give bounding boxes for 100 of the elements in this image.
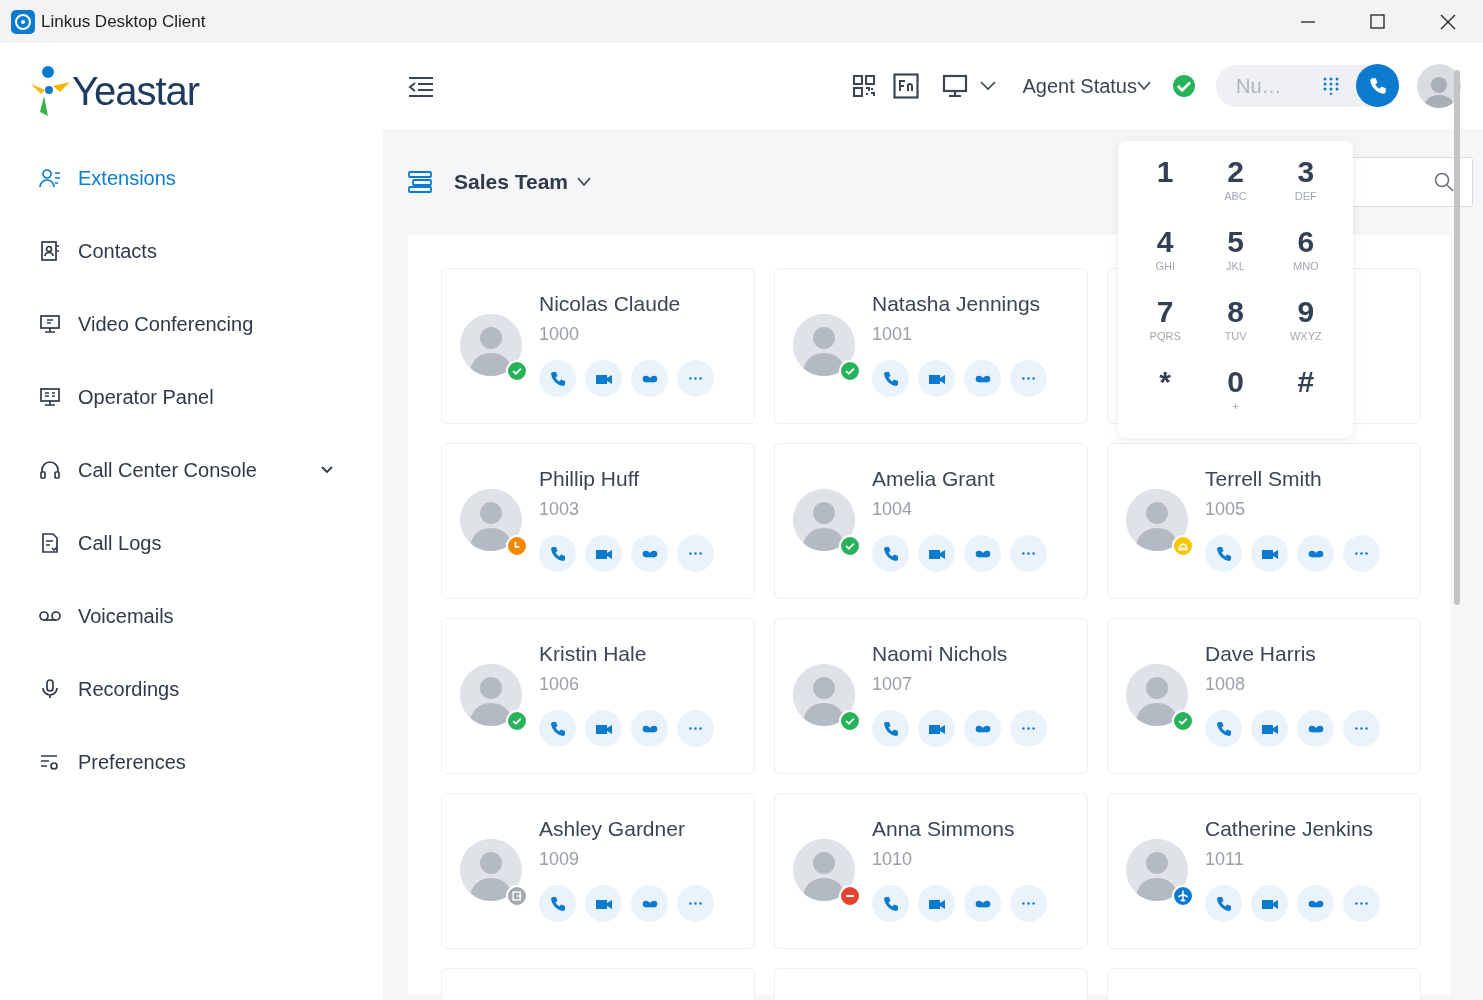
extension-number: 1011	[1205, 848, 1245, 870]
voicemail-button[interactable]	[1297, 885, 1334, 922]
video-call-button[interactable]	[918, 535, 955, 572]
call-button[interactable]	[539, 710, 576, 747]
sidebar-item[interactable]: Contacts	[0, 214, 383, 287]
more-icon	[1022, 902, 1035, 905]
monitor-icon	[942, 74, 969, 98]
sidebar-item[interactable]: Extensions	[0, 141, 383, 214]
video-call-button[interactable]	[918, 710, 955, 747]
extension-number: 1003	[539, 498, 581, 520]
voicemail-button[interactable]	[964, 710, 1001, 747]
phone-icon	[1367, 75, 1388, 96]
voicemail-button[interactable]	[631, 885, 668, 922]
contact-name: Naomi Nichols	[872, 641, 1009, 667]
phone-icon	[548, 719, 567, 738]
contact-name: Dave Harris	[1205, 641, 1317, 667]
phone-icon	[881, 719, 900, 738]
phone-icon	[881, 894, 900, 913]
call-button[interactable]	[1205, 885, 1242, 922]
contact-name: Natasha Jennings	[872, 291, 1042, 317]
agent-status-dropdown[interactable]: Agent Status	[1022, 71, 1151, 101]
dialpad-key[interactable]: 2 ABC	[1200, 155, 1271, 225]
dialpad-key[interactable]: 9 WXYZ	[1270, 295, 1341, 365]
video-call-button[interactable]	[1251, 885, 1288, 922]
dialpad-key[interactable]: 0 +	[1200, 365, 1271, 435]
phone-icon	[548, 544, 567, 563]
sidebar-item[interactable]: Preferences	[0, 725, 383, 798]
app-icon	[11, 9, 35, 34]
scrollbar-thumb[interactable]	[1454, 70, 1460, 605]
dialpad-key[interactable]: 4 GHI	[1130, 225, 1201, 295]
contact-name: Phillip Huff	[539, 466, 640, 492]
extension-number: 1008	[1205, 673, 1247, 695]
voicemail-button[interactable]	[964, 360, 1001, 397]
contact-name: Anna Simmons	[872, 816, 1016, 842]
menu-collapse-icon	[408, 75, 434, 98]
call-button[interactable]	[872, 885, 909, 922]
phone-icon	[548, 369, 567, 388]
dialpad-key[interactable]: 5 JKL	[1200, 225, 1271, 295]
extension-number: 1006	[539, 673, 581, 695]
qr-code-button[interactable]	[853, 75, 876, 97]
call-button[interactable]	[539, 885, 576, 922]
video-call-button[interactable]	[1251, 710, 1288, 747]
more-icon	[1355, 727, 1368, 730]
sidebar-item[interactable]: Recordings	[0, 652, 383, 725]
video-call-button[interactable]	[585, 885, 622, 922]
sidebar-item[interactable]: Call Logs	[0, 506, 383, 579]
call-button[interactable]	[872, 360, 909, 397]
dialpad-icon	[1323, 77, 1339, 95]
call-button[interactable]	[1356, 64, 1399, 107]
dialpad-key[interactable]: *	[1130, 365, 1201, 435]
monitor-button[interactable]	[942, 74, 969, 98]
voicemail-button[interactable]	[964, 535, 1001, 572]
extension-number: 1007	[872, 673, 914, 695]
sidebar-item[interactable]: Video Conferencing	[0, 287, 383, 360]
voicemail-button[interactable]	[964, 885, 1001, 922]
group-dropdown[interactable]: Sales Team	[454, 166, 591, 198]
dialpad-key[interactable]: 8 TUV	[1200, 295, 1271, 365]
phone-icon	[1214, 544, 1233, 563]
more-icon	[1022, 552, 1035, 555]
dialpad-key[interactable]: #	[1270, 365, 1341, 435]
call-button[interactable]	[1205, 535, 1242, 572]
call-button[interactable]	[872, 710, 909, 747]
voicemail-button[interactable]	[631, 710, 668, 747]
contact-name: Catherine Jenkins	[1205, 816, 1375, 842]
dialpad-key[interactable]: 1	[1130, 155, 1201, 225]
function-key-button[interactable]	[893, 73, 920, 99]
call-button[interactable]	[1205, 710, 1242, 747]
extension-number: 1004	[872, 498, 914, 520]
call-button[interactable]	[539, 535, 576, 572]
number-input-field[interactable]: Nu…	[1216, 70, 1296, 102]
sidebar-item[interactable]: Call Center Console	[0, 433, 383, 506]
voicemail-button[interactable]	[1297, 535, 1334, 572]
dialpad-key[interactable]: 3 DEF	[1270, 155, 1341, 225]
window-title: Linkus Desktop Client	[41, 10, 206, 33]
dialpad-button[interactable]	[1323, 77, 1339, 95]
chevron-down-button[interactable]	[980, 81, 997, 91]
video-call-button[interactable]	[918, 885, 955, 922]
dialpad-key[interactable]: 7 PQRS	[1130, 295, 1201, 365]
video-call-button[interactable]	[585, 710, 622, 747]
video-call-button[interactable]	[918, 360, 955, 397]
sidebar-item[interactable]: Operator Panel	[0, 360, 383, 433]
sidebar-item[interactable]: Voicemails	[0, 579, 383, 652]
extension-number: 1000	[539, 323, 581, 345]
phone-icon	[881, 369, 900, 388]
video-call-button[interactable]	[585, 360, 622, 397]
more-icon	[1355, 902, 1368, 905]
more-icon	[689, 552, 702, 555]
call-button[interactable]	[872, 535, 909, 572]
video-call-button[interactable]	[585, 535, 622, 572]
dialpad-key[interactable]: 6 MNO	[1270, 225, 1341, 295]
number-field[interactable]: Nu…	[1216, 65, 1398, 107]
extension-number: 1005	[1205, 498, 1247, 520]
more-icon	[1022, 377, 1035, 380]
voicemail-button[interactable]	[1297, 710, 1334, 747]
video-call-button[interactable]	[1251, 535, 1288, 572]
collapse-menu-button[interactable]	[408, 74, 434, 98]
call-button[interactable]	[539, 360, 576, 397]
chevron-down-icon	[980, 81, 997, 91]
voicemail-button[interactable]	[631, 535, 668, 572]
voicemail-button[interactable]	[631, 360, 668, 397]
